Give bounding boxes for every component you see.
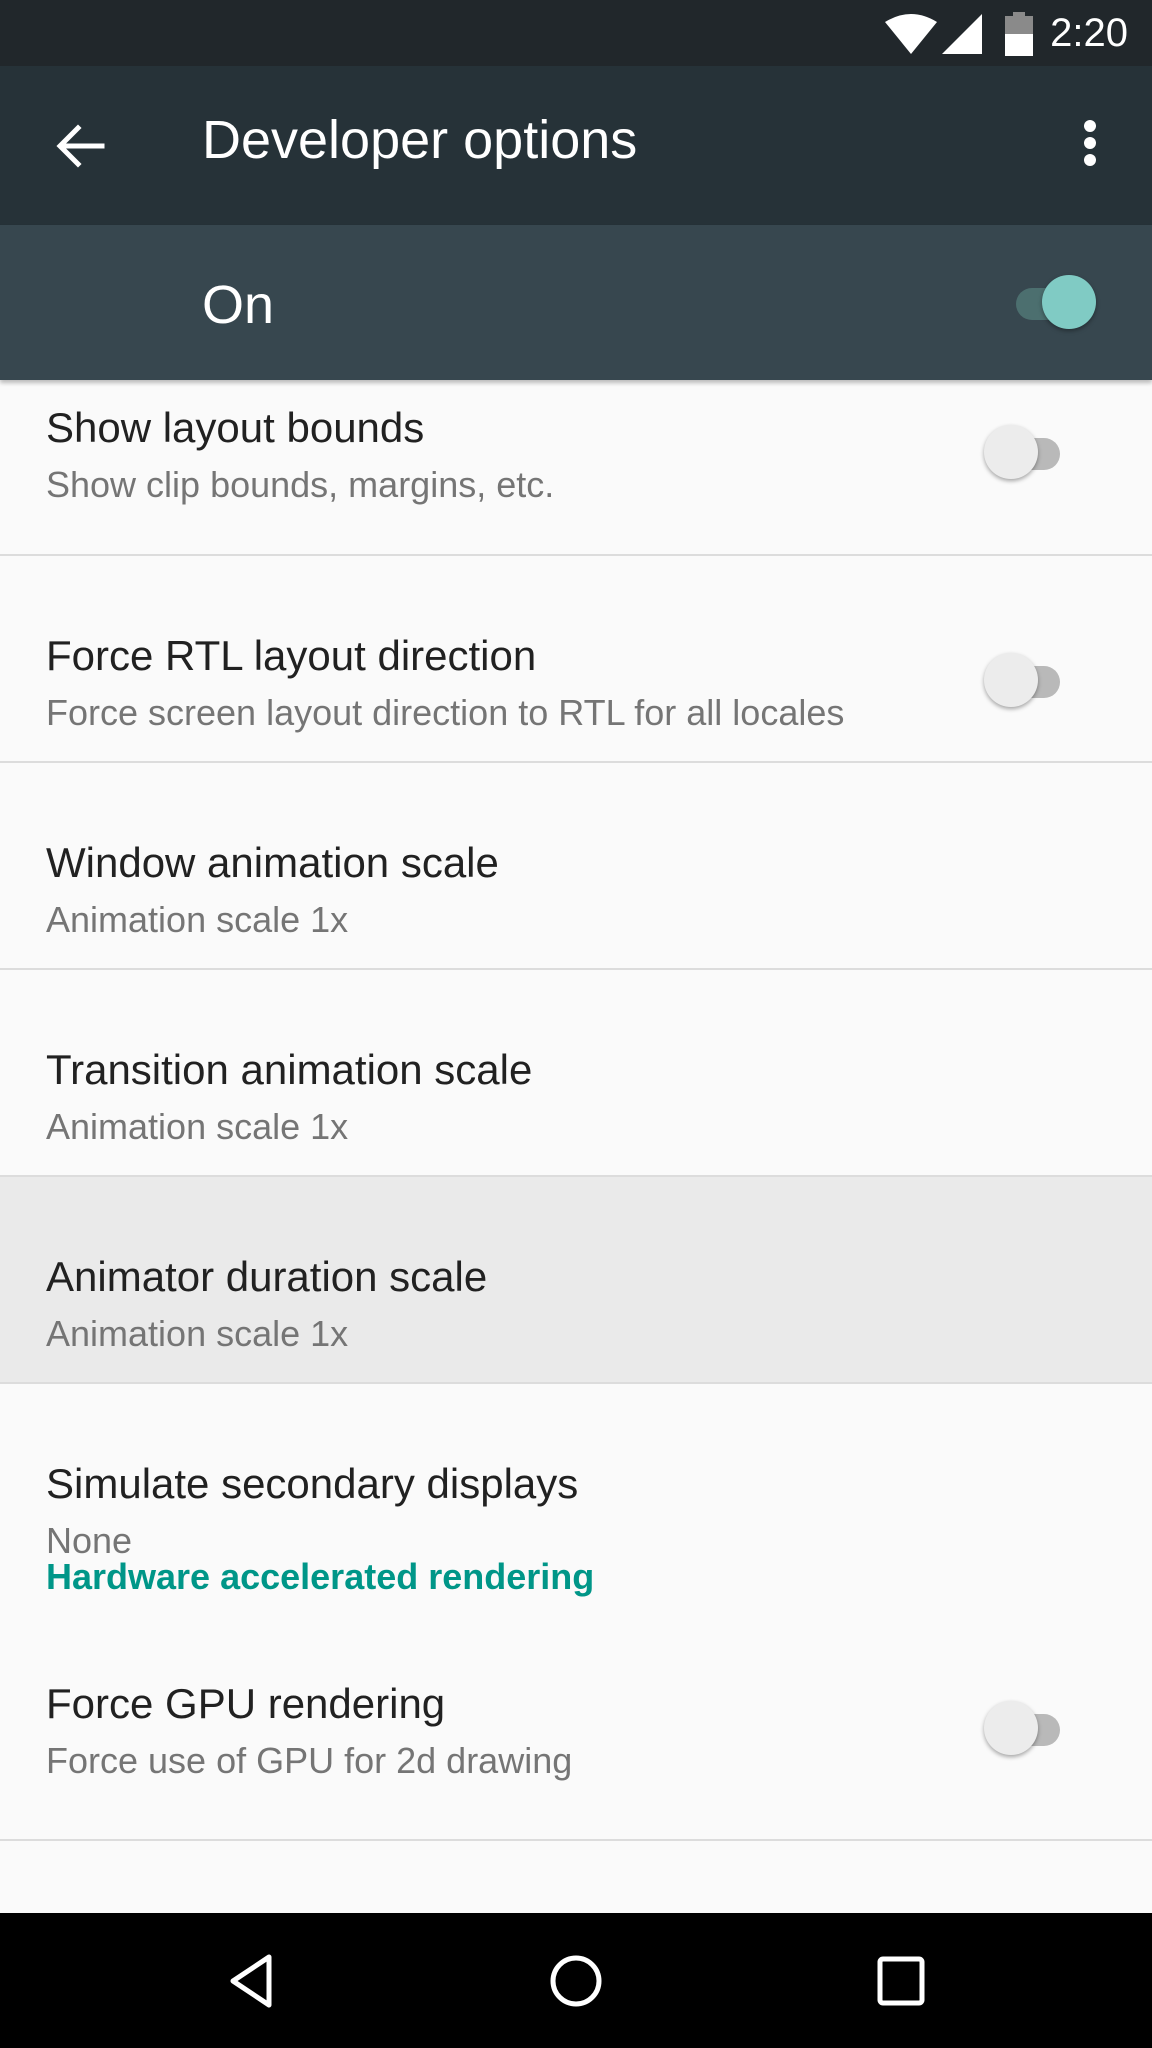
setting-summary: Animation scale 1x [46,1313,349,1354]
setting-transition-animation-scale[interactable]: Transition animation scale Animation sca… [0,970,1152,1177]
setting-window-animation-scale[interactable]: Window animation scale Animation scale 1… [0,763,1152,970]
toggle-thumb [984,1701,1038,1755]
settings-list: Show layout bounds Show clip bounds, mar… [0,380,1152,1841]
setting-title: Animator duration scale [46,1253,488,1300]
master-switch-bar[interactable]: On [0,225,1152,380]
force-rtl-toggle[interactable] [984,650,1074,710]
setting-summary: Animation scale 1x [46,899,349,940]
force-gpu-toggle[interactable] [984,1698,1074,1758]
navigation-bar [0,1913,1152,2048]
category-title: Hardware accelerated rendering [46,1556,595,1597]
back-icon[interactable] [221,1949,285,2013]
setting-title: Force GPU rendering [46,1680,446,1727]
master-switch-label: On [202,275,275,335]
setting-simulate-secondary-displays[interactable]: Simulate secondary displays None [0,1384,1152,1561]
cell-signal-icon [942,14,982,54]
setting-title: Transition animation scale [46,1046,533,1093]
developer-options-toggle[interactable] [1004,272,1096,332]
category-header: Hardware accelerated rendering [0,1514,1152,1632]
wifi-icon [885,14,937,54]
toggle-thumb [984,425,1038,479]
home-icon[interactable] [544,1949,608,2013]
setting-force-rtl[interactable]: Force RTL layout direction Force screen … [0,556,1152,763]
clock: 2:20 [1050,11,1128,55]
app-bar: Developer options [0,66,1152,225]
setting-title: Show layout bounds [46,404,425,451]
status-bar: 2:20 [0,0,1152,66]
setting-animator-duration-scale[interactable]: Animator duration scale Animation scale … [0,1177,1152,1384]
setting-summary: Force screen layout direction to RTL for… [46,692,845,733]
arrow-back-icon[interactable] [50,116,110,176]
toggle-thumb [984,653,1038,707]
setting-summary: Animation scale 1x [46,1106,349,1147]
page-title: Developer options [202,110,638,170]
more-vert-icon[interactable] [1066,112,1114,176]
setting-summary: Force use of GPU for 2d drawing [46,1740,573,1781]
setting-show-layout-bounds[interactable]: Show layout bounds Show clip bounds, mar… [0,380,1152,556]
battery-icon [1005,12,1033,56]
setting-summary: Show clip bounds, margins, etc. [46,464,555,505]
setting-title: Simulate secondary displays [46,1460,579,1507]
show-layout-bounds-toggle[interactable] [984,422,1074,482]
setting-force-gpu-rendering[interactable]: Force GPU rendering Force use of GPU for… [0,1632,1152,1841]
toggle-thumb [1042,275,1096,329]
setting-title: Force RTL layout direction [46,632,537,679]
setting-title: Window animation scale [46,839,499,886]
recents-icon[interactable] [868,1949,932,2013]
